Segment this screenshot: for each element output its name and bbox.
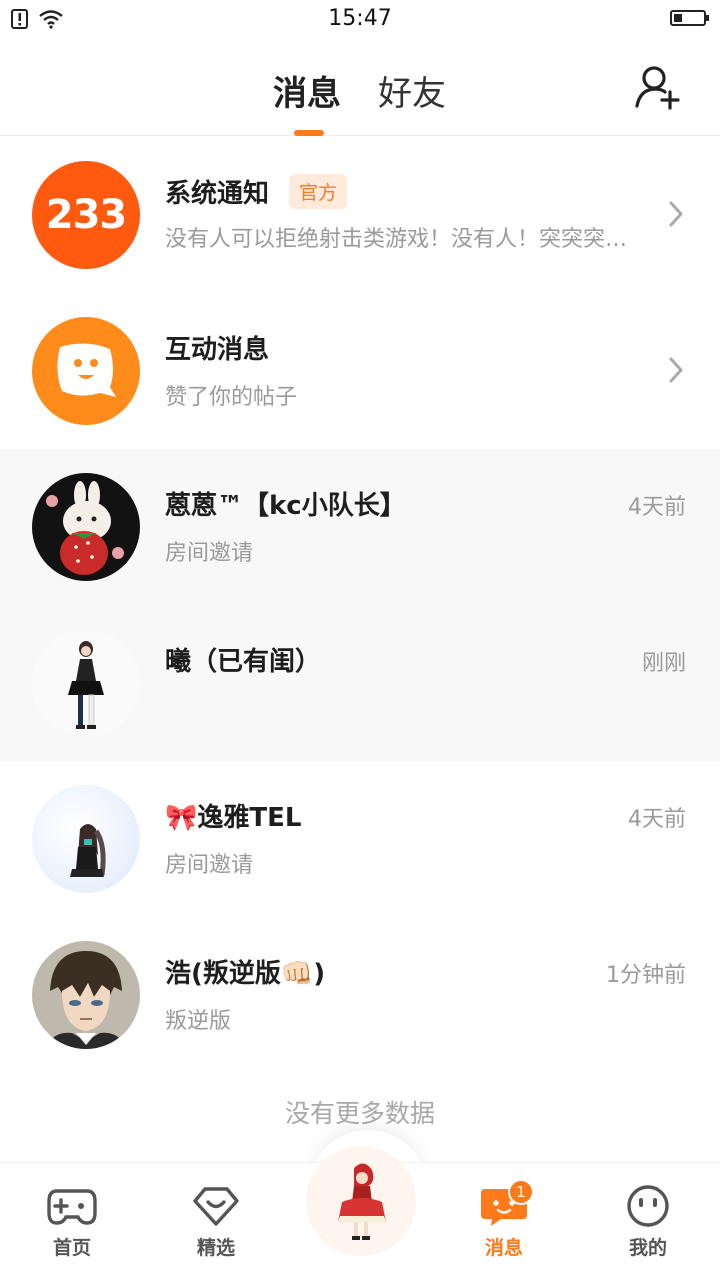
face-icon	[627, 1185, 669, 1227]
nav-item-messages[interactable]: 1 消息	[464, 1179, 544, 1260]
status-time: 15:47	[328, 6, 392, 31]
chat-face-icon	[57, 343, 116, 397]
battery-icon	[670, 10, 709, 26]
header: 消息 好友	[0, 40, 720, 136]
character-avatar-image	[338, 1163, 386, 1240]
message-preview: 房间邀请	[165, 853, 254, 878]
status-bar: 15:47	[0, 0, 720, 40]
system-notice-avatar: 233	[32, 161, 140, 269]
message-name: 系统通知 官方	[165, 173, 348, 210]
message-row-chat[interactable]: 蒽蒽™【kc小队长】 房间邀请 4天前	[0, 449, 720, 605]
message-preview: 叛逆版	[165, 1009, 232, 1034]
message-name: 互动消息	[165, 335, 270, 365]
message-name: 曦（已有闺）	[165, 647, 322, 677]
message-name: 浩(叛逆版👊🏻)	[165, 959, 326, 989]
message-preview: 赞了你的帖子	[165, 385, 298, 410]
no-more-data-text: 没有更多数据	[284, 1099, 435, 1128]
unread-badge: 1	[508, 1179, 534, 1205]
chevron-right-icon	[669, 201, 683, 227]
message-name-text: 系统通知	[165, 179, 270, 209]
message-row-chat[interactable]: 🎀逸雅TEL 房间邀请 4天前	[0, 761, 720, 917]
heart-diamond-icon	[193, 1187, 239, 1226]
nav-label-mine: 我的	[628, 1237, 667, 1259]
message-name: 🎀逸雅TEL	[165, 803, 302, 833]
nav-label-featured: 精选	[196, 1237, 235, 1259]
message-name: 蒽蒽™【kc小队长】	[165, 491, 406, 521]
center-character-button[interactable]	[306, 1146, 416, 1256]
message-time: 刚刚	[641, 651, 686, 676]
nav-item-mine[interactable]: 我的	[608, 1185, 688, 1260]
interaction-avatar	[32, 317, 140, 425]
gamepad-icon	[47, 1189, 97, 1225]
bunny-strawberry-image	[46, 481, 124, 575]
nav-label-messages: 消息	[484, 1237, 523, 1259]
user-avatar	[32, 473, 140, 581]
message-preview: 房间邀请	[165, 541, 254, 566]
message-time: 4天前	[628, 807, 686, 832]
user-avatar	[32, 785, 140, 893]
tab-indicator	[294, 130, 324, 136]
message-row-interaction[interactable]: 互动消息 赞了你的帖子	[0, 293, 720, 449]
message-list: 233 系统通知 官方 没有人可以拒绝射击类游戏！没有人！突突突突... 互动消息…	[0, 137, 720, 1073]
message-row-chat[interactable]: 浩(叛逆版👊🏻) 叛逆版 1分钟前	[0, 917, 720, 1073]
message-row-chat[interactable]: 曦（已有闺） 刚刚	[0, 605, 720, 761]
anime-boy-image	[46, 951, 126, 1049]
official-badge: 官方	[289, 174, 348, 209]
anime-character-image	[70, 824, 106, 877]
nav-item-home[interactable]: 首页	[32, 1185, 112, 1260]
user-avatar	[32, 941, 140, 1049]
chevron-right-icon	[669, 357, 683, 383]
message-row-system[interactable]: 233 系统通知 官方 没有人可以拒绝射击类游戏！没有人！突突突突...	[0, 137, 720, 293]
nav-label-home: 首页	[52, 1237, 91, 1259]
message-time: 4天前	[628, 495, 686, 520]
add-friend-icon[interactable]	[632, 62, 682, 112]
anime-girl-image	[68, 641, 104, 729]
tab-messages[interactable]: 消息	[273, 66, 341, 115]
user-avatar	[32, 629, 140, 737]
tab-friends[interactable]: 好友	[378, 66, 446, 115]
avatar-logo-text: 233	[45, 192, 127, 238]
message-time: 1分钟前	[606, 963, 686, 988]
nav-item-featured[interactable]: 精选	[176, 1185, 256, 1260]
message-preview: 没有人可以拒绝射击类游戏！没有人！突突突突...	[165, 227, 640, 252]
